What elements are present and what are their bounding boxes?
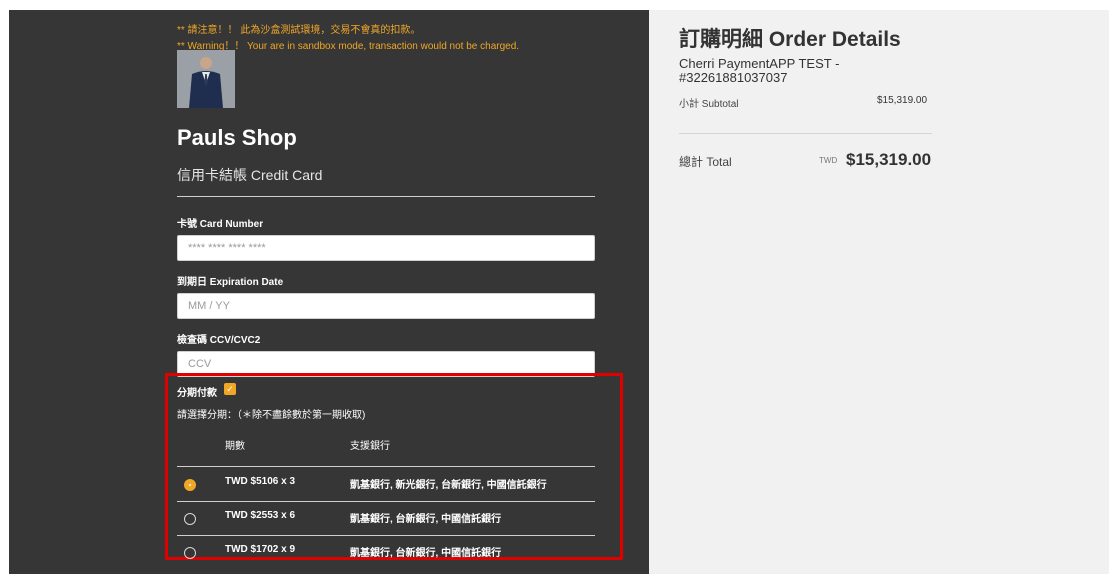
- plan-banks: 凱基銀行, 台新銀行, 中國信託銀行: [350, 514, 502, 525]
- plan-amount: TWD $1702 x 9: [225, 544, 296, 555]
- ccv-label: 檢查碼 CCV/CVC2: [177, 335, 261, 346]
- row-divider: [177, 535, 595, 536]
- total-currency: TWD: [819, 156, 838, 165]
- payment-method-title: 信用卡結帳 Credit Card: [177, 167, 323, 183]
- card-number-input[interactable]: [177, 235, 595, 261]
- divider: [679, 133, 932, 134]
- period-column-header: 期數: [225, 441, 245, 452]
- installment-title: 分期付款: [177, 388, 217, 399]
- plan-radio-3[interactable]: [184, 479, 196, 491]
- card-number-label: 卡號 Card Number: [177, 219, 264, 230]
- total-value: $15,319.00: [846, 150, 932, 169]
- plan-banks: 凱基銀行, 台新銀行, 中國信託銀行: [350, 548, 502, 559]
- plan-amount: TWD $5106 x 3: [225, 476, 296, 487]
- installment-note: 請選擇分期：（＊除不盡餘數於第一期收取): [177, 410, 366, 421]
- plan-radio-6[interactable]: [184, 513, 196, 525]
- sandbox-warning-zh: ** 請注意！！ 此為沙盒測試環境，交易不會真的扣款。: [177, 25, 421, 36]
- row-divider: [177, 501, 595, 502]
- product-image: [177, 50, 235, 108]
- shop-name: Pauls Shop: [177, 125, 297, 150]
- suit-product-icon: [177, 50, 235, 108]
- total-label: 總計 Total: [679, 155, 732, 169]
- expiration-date-input[interactable]: [177, 293, 595, 319]
- order-item-name: Cherri PaymentAPP TEST - #32261881037037: [679, 56, 840, 85]
- divider: [177, 196, 595, 197]
- row-divider: [177, 466, 595, 467]
- plan-banks: 凱基銀行, 新光銀行, 台新銀行, 中國信託銀行: [350, 480, 547, 491]
- subtotal-label: 小計 Subtotal: [679, 99, 739, 110]
- expiration-date-label: 到期日 Expiration Date: [177, 277, 284, 288]
- plan-radio-9[interactable]: [184, 547, 196, 559]
- plan-amount: TWD $2553 x 6: [225, 510, 296, 521]
- banks-column-header: 支援銀行: [350, 441, 390, 452]
- order-details-title: 訂購明細 Order Details: [679, 28, 901, 51]
- subtotal-value: $15,319.00: [877, 95, 928, 106]
- installment-checkbox[interactable]: ✓: [224, 383, 236, 395]
- checkmark-icon: ✓: [226, 384, 234, 394]
